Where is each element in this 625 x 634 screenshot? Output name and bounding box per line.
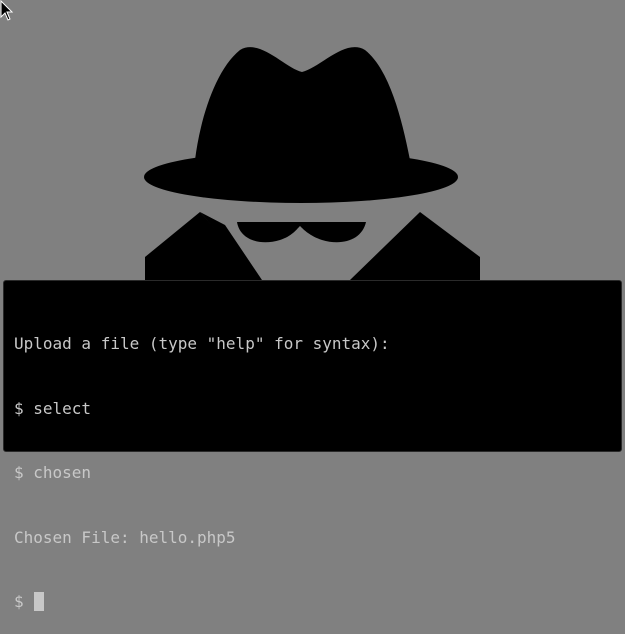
- prompt-symbol: $: [14, 592, 34, 611]
- text-cursor: [34, 592, 45, 612]
- terminal-line: $ select: [14, 398, 92, 418]
- terminal-line: Chosen File: hello.php5: [14, 527, 236, 547]
- terminal-input-line[interactable]: $: [14, 591, 611, 613]
- terminal-line: Upload a file (type "help" for syntax):: [14, 334, 390, 353]
- terminal-window[interactable]: Upload a file (type "help" for syntax): …: [3, 280, 622, 612]
- terminal-line: $ chosen: [14, 463, 92, 482]
